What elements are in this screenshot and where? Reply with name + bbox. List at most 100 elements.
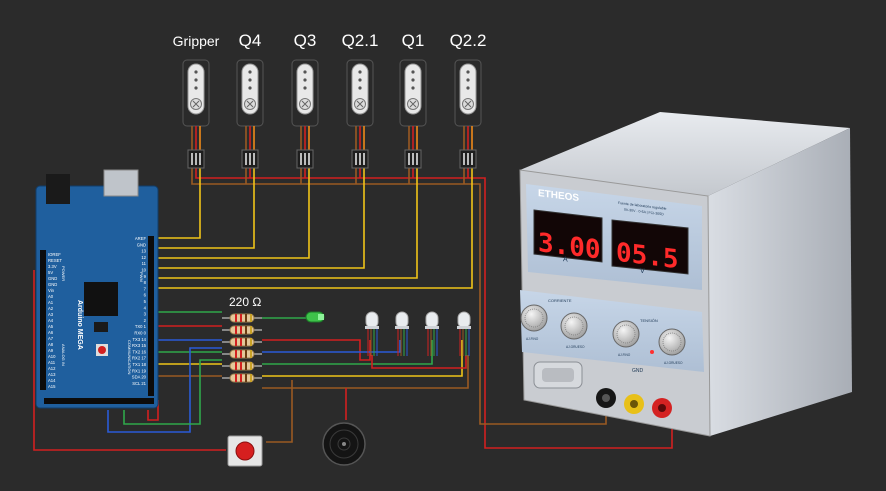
pwm-label: PWM <box>139 272 144 282</box>
pin-label-right: RX0 0 <box>134 331 146 336</box>
pin-label-left: GND <box>48 282 57 287</box>
pin-label-right: 13 <box>141 249 146 254</box>
gnd-terminal[interactable] <box>624 394 644 414</box>
pin-label-right: 12 <box>141 255 146 260</box>
current-unit: A <box>563 256 568 264</box>
positive-terminal[interactable] <box>652 398 672 418</box>
pin-label-right: TX1 18 <box>132 362 146 367</box>
led-b-wire <box>262 340 401 353</box>
led-red-common <box>371 355 467 369</box>
knob-4[interactable] <box>658 328 686 356</box>
pin-label-left: IOREF <box>48 252 61 257</box>
gnd-label: GND <box>632 368 644 374</box>
power-led <box>650 350 654 354</box>
pin-label-right: TX3 14 <box>132 337 146 342</box>
power-supply: ETHEOS Fuente de laboratorio regulable 0… <box>519 112 852 437</box>
pin-label-right: SDA 20 <box>132 375 147 380</box>
resistor-3 <box>222 337 262 347</box>
pin-label-left: 3.3V <box>48 264 57 269</box>
pin-label-left: GND <box>48 276 57 281</box>
pin-label-right: RX2 17 <box>132 356 147 361</box>
comm-label: COMMUNICATION <box>127 340 132 374</box>
resistor-1 <box>222 313 262 323</box>
voltage-unit: V <box>640 268 645 276</box>
microcontroller-chip <box>84 282 118 316</box>
resistor-2 <box>222 325 262 335</box>
arduino-name: Arduino MEGA <box>76 300 83 350</box>
servo-label-1: Gripper <box>173 33 220 49</box>
rgb-led-row <box>365 311 471 356</box>
negative-terminal[interactable] <box>596 388 616 408</box>
knob-1[interactable] <box>520 304 548 332</box>
servo-2 <box>236 59 264 169</box>
pin-label-right: TX0 1 <box>135 324 147 329</box>
pin-label-right: AREF <box>135 236 147 241</box>
rgb-led-1 <box>365 311 379 356</box>
knob-label-1: AJ.FINO <box>526 337 539 341</box>
pin-label-right: GND <box>137 242 146 247</box>
usb-port <box>103 169 139 197</box>
servo-label-6: Q2.2 <box>450 31 487 50</box>
pin-label-right: TX2 16 <box>132 349 146 354</box>
push-button[interactable] <box>227 435 263 467</box>
pin-label-left: A2 <box>48 306 54 311</box>
servo-label-2: Q4 <box>239 31 262 50</box>
pin-label-left: A0 <box>48 294 54 299</box>
arduino-mega-board: IOREFRESET3.3V5VGNDGNDVinA0A1A2A3A4A5A6A… <box>35 169 159 409</box>
servo-row <box>182 59 482 169</box>
servo-4 <box>346 59 374 169</box>
analog-label: ANALOG IN <box>61 344 66 366</box>
resistor-4 <box>222 349 262 359</box>
power-jack <box>46 174 70 204</box>
pin-label-left: A12 <box>48 366 56 371</box>
pin-label-left: A5 <box>48 324 54 329</box>
pin-label-left: A10 <box>48 354 56 359</box>
knob-2[interactable] <box>560 312 588 340</box>
servo-1 <box>182 59 210 169</box>
pin-label-right: RX1 19 <box>132 368 147 373</box>
knob-label-3: AJ.FINO <box>618 353 631 357</box>
q21-signal-wire <box>152 168 365 269</box>
current-group-label: CORRIENTE <box>548 298 572 303</box>
rgb-led-4 <box>457 311 471 356</box>
pin-label-left: 5V <box>48 270 53 275</box>
resistor-6 <box>222 373 262 383</box>
pin-label-left: A15 <box>48 384 56 389</box>
servo-5 <box>399 59 427 169</box>
knob-3[interactable] <box>612 320 640 348</box>
green-led <box>305 311 325 323</box>
button-ground-wire <box>266 380 293 443</box>
q3-signal-wire <box>152 168 310 259</box>
resistor-bank <box>222 313 262 383</box>
resistor-5 <box>222 361 262 371</box>
voltage-group-label: TENSIÓN <box>640 318 658 323</box>
pin-label-left: RESET <box>48 258 62 263</box>
servo-label-3: Q3 <box>294 31 317 50</box>
circuit-diagram: IOREFRESET3.3V5VGNDGNDVinA0A1A2A3A4A5A6A… <box>33 31 852 467</box>
pin-label-left: A4 <box>48 318 54 323</box>
pin-label-left: A11 <box>48 360 56 365</box>
resistor-label: 220 Ω <box>229 295 261 309</box>
pin-label-left: A6 <box>48 330 54 335</box>
header-left <box>40 250 46 390</box>
servo-label-4: Q2.1 <box>342 31 379 50</box>
knob-label-4: AJ.GRUESO <box>664 361 683 365</box>
led-r-out-wire <box>262 339 371 361</box>
q4-signal-wire <box>152 168 255 249</box>
pin-label-right: RX3 15 <box>132 343 147 348</box>
pin-label-left: A1 <box>48 300 54 305</box>
power-label: POWER <box>61 266 66 281</box>
pin-label-left: Vin <box>48 288 55 293</box>
knob-label-2: AJ.GRUESO <box>566 345 585 349</box>
buzzer <box>322 422 366 466</box>
pin-label-right: SCL 21 <box>132 381 146 386</box>
pin-label-left: A3 <box>48 312 54 317</box>
pin-label-left: A13 <box>48 372 56 377</box>
pin-label-right: 11 <box>142 261 147 266</box>
rgb-led-2 <box>395 311 409 356</box>
header-right <box>148 236 154 396</box>
pin-label-left: A8 <box>48 342 54 347</box>
pin-label-left: A14 <box>48 378 56 383</box>
pin-label-left: A7 <box>48 336 54 341</box>
servo-3 <box>291 59 319 169</box>
